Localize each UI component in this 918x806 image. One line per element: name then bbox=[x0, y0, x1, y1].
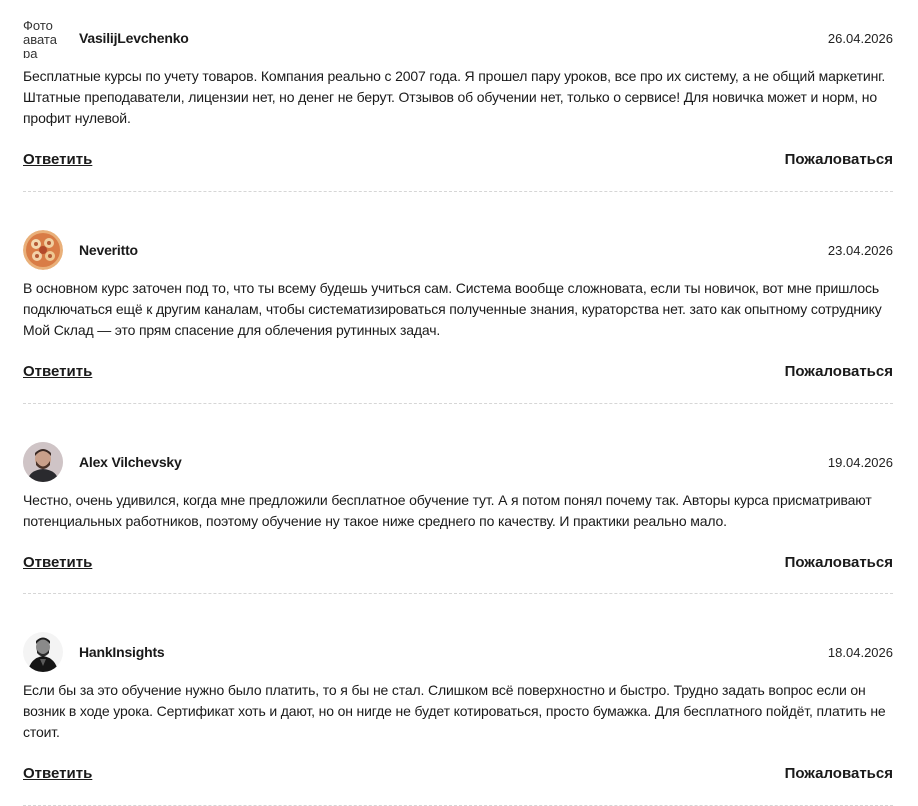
review-actions: Ответить Пожаловаться bbox=[23, 363, 893, 380]
review-header: Alex Vilchevsky 19.04.2026 bbox=[23, 442, 893, 482]
complain-link[interactable]: Пожаловаться bbox=[785, 151, 893, 168]
reviews-list: Фото аватара VasilijLevchenko 26.04.2026… bbox=[23, 0, 893, 806]
avatar-image bbox=[23, 230, 63, 270]
review-date: 23.04.2026 bbox=[827, 242, 893, 258]
review-actions: Ответить Пожаловаться bbox=[23, 151, 893, 168]
review-text: Бесплатные курсы по учету товаров. Компа… bbox=[23, 68, 886, 126]
complain-link[interactable]: Пожаловаться bbox=[785, 554, 893, 571]
review-header: Neveritto 23.04.2026 bbox=[23, 230, 893, 270]
avatar: Фото аватара bbox=[23, 18, 63, 59]
review-date: 26.04.2026 bbox=[827, 30, 893, 46]
avatar-image bbox=[23, 442, 63, 482]
reply-link[interactable]: Ответить bbox=[23, 765, 92, 782]
review-text: Если бы за это обучение нужно было плати… bbox=[23, 682, 886, 740]
review-date: 19.04.2026 bbox=[827, 454, 893, 470]
avatar bbox=[23, 632, 63, 672]
avatar-alt-text: Фото аватара bbox=[23, 18, 57, 59]
review-item: Neveritto 23.04.2026 В основном курс зат… bbox=[23, 192, 893, 404]
avatar bbox=[23, 442, 63, 482]
reply-link[interactable]: Ответить bbox=[23, 363, 92, 380]
review-author[interactable]: Alex Vilchevsky bbox=[79, 454, 828, 470]
reply-link[interactable]: Ответить bbox=[23, 151, 92, 168]
review-item: Фото аватара VasilijLevchenko 26.04.2026… bbox=[23, 0, 893, 192]
complain-link[interactable]: Пожаловаться bbox=[785, 363, 893, 380]
complain-link[interactable]: Пожаловаться bbox=[785, 765, 893, 782]
review-header: Фото аватара VasilijLevchenko 26.04.2026 bbox=[23, 18, 893, 59]
review-author[interactable]: Neveritto bbox=[79, 242, 828, 258]
review-text: В основном курс заточен под то, что ты в… bbox=[23, 280, 882, 338]
review-item: HankInsights 18.04.2026 Если бы за это о… bbox=[23, 594, 893, 806]
avatar bbox=[23, 230, 63, 270]
review-actions: Ответить Пожаловаться bbox=[23, 554, 893, 571]
review-actions: Ответить Пожаловаться bbox=[23, 765, 893, 782]
review-item: Alex Vilchevsky 19.04.2026 Честно, очень… bbox=[23, 404, 893, 594]
review-header: HankInsights 18.04.2026 bbox=[23, 632, 893, 672]
review-author[interactable]: HankInsights bbox=[79, 644, 828, 660]
review-date: 18.04.2026 bbox=[827, 644, 893, 660]
reply-link[interactable]: Ответить bbox=[23, 554, 92, 571]
review-author[interactable]: VasilijLevchenko bbox=[79, 30, 828, 46]
avatar-image bbox=[23, 632, 63, 672]
review-text: Честно, очень удивился, когда мне предло… bbox=[23, 492, 872, 529]
